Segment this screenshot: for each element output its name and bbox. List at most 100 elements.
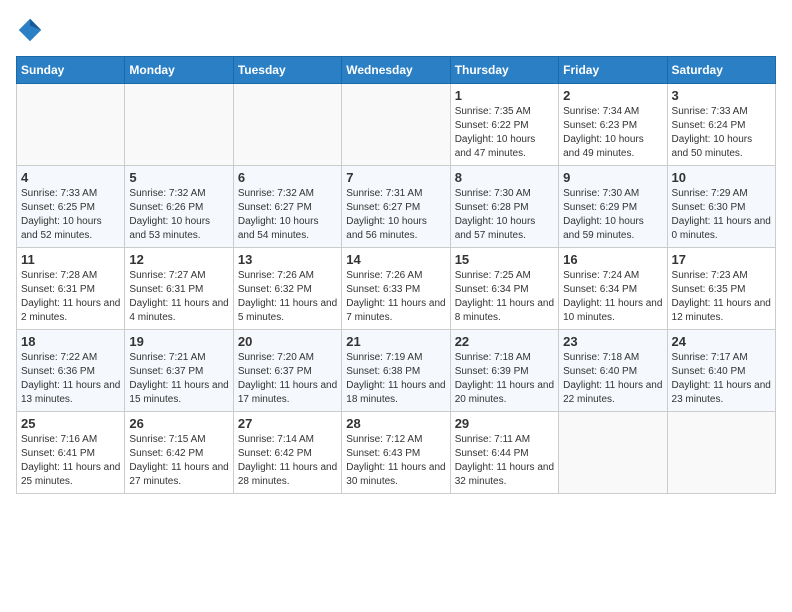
calendar-cell: 11Sunrise: 7:28 AM Sunset: 6:31 PM Dayli… xyxy=(17,248,125,330)
day-info: Sunrise: 7:33 AM Sunset: 6:24 PM Dayligh… xyxy=(672,105,771,161)
day-number: 1 xyxy=(455,88,554,103)
day-number: 27 xyxy=(238,416,337,431)
calendar-cell: 7 Sunrise: 7:31 AM Sunset: 6:27 PM Daylig… xyxy=(342,166,450,248)
day-number: 16 xyxy=(563,252,662,267)
day-info: Sunrise: 7:32 AM Sunset: 6:26 PM Dayligh… xyxy=(129,187,228,243)
day-number: 28 xyxy=(346,416,445,431)
calendar-cell xyxy=(125,84,233,166)
day-number: 29 xyxy=(455,416,554,431)
calendar-cell xyxy=(667,412,775,494)
calendar-cell xyxy=(559,412,667,494)
day-info: Sunrise: 7:20 AM Sunset: 6:37 PM Dayligh… xyxy=(238,351,337,407)
day-info: Sunrise: 7:26 AM Sunset: 6:33 PM Dayligh… xyxy=(346,269,445,325)
calendar-cell: 29Sunrise: 7:11 AM Sunset: 6:44 PM Dayli… xyxy=(450,412,558,494)
day-info: Sunrise: 7:30 AM Sunset: 6:28 PM Dayligh… xyxy=(455,187,554,243)
day-info: Sunrise: 7:12 AM Sunset: 6:43 PM Dayligh… xyxy=(346,433,445,489)
day-info: Sunrise: 7:27 AM Sunset: 6:31 PM Dayligh… xyxy=(129,269,228,325)
day-info: Sunrise: 7:15 AM Sunset: 6:42 PM Dayligh… xyxy=(129,433,228,489)
day-number: 3 xyxy=(672,88,771,103)
day-info: Sunrise: 7:24 AM Sunset: 6:34 PM Dayligh… xyxy=(563,269,662,325)
day-number: 4 xyxy=(21,170,120,185)
day-number: 10 xyxy=(672,170,771,185)
calendar-cell: 19 Sunrise: 7:21 AM Sunset: 6:37 PM Dayli… xyxy=(125,330,233,412)
week-row-4: 18 Sunrise: 7:22 AM Sunset: 6:36 PM Dayli… xyxy=(17,330,776,412)
day-info: Sunrise: 7:33 AM Sunset: 6:25 PM Dayligh… xyxy=(21,187,120,243)
day-info: Sunrise: 7:22 AM Sunset: 6:36 PM Dayligh… xyxy=(21,351,120,407)
calendar-cell: 4 Sunrise: 7:33 AM Sunset: 6:25 PM Daylig… xyxy=(17,166,125,248)
week-row-1: 1 Sunrise: 7:35 AM Sunset: 6:22 PM Daylig… xyxy=(17,84,776,166)
day-number: 24 xyxy=(672,334,771,349)
day-number: 15 xyxy=(455,252,554,267)
calendar-cell xyxy=(342,84,450,166)
calendar-cell: 26 Sunrise: 7:15 AM Sunset: 6:42 PM Dayli… xyxy=(125,412,233,494)
calendar-cell: 24 Sunrise: 7:17 AM Sunset: 6:40 PM Dayli… xyxy=(667,330,775,412)
header-monday: Monday xyxy=(125,57,233,84)
day-number: 21 xyxy=(346,334,445,349)
week-row-2: 4 Sunrise: 7:33 AM Sunset: 6:25 PM Daylig… xyxy=(17,166,776,248)
day-info: Sunrise: 7:29 AM Sunset: 6:30 PM Dayligh… xyxy=(672,187,771,243)
day-number: 2 xyxy=(563,88,662,103)
calendar-body: 1 Sunrise: 7:35 AM Sunset: 6:22 PM Daylig… xyxy=(17,84,776,494)
day-info: Sunrise: 7:32 AM Sunset: 6:27 PM Dayligh… xyxy=(238,187,337,243)
header-saturday: Saturday xyxy=(667,57,775,84)
day-number: 18 xyxy=(21,334,120,349)
calendar-cell: 16 Sunrise: 7:24 AM Sunset: 6:34 PM Dayli… xyxy=(559,248,667,330)
week-row-5: 25Sunrise: 7:16 AM Sunset: 6:41 PM Dayli… xyxy=(17,412,776,494)
calendar-cell: 9Sunrise: 7:30 AM Sunset: 6:29 PM Daylig… xyxy=(559,166,667,248)
day-number: 17 xyxy=(672,252,771,267)
day-number: 14 xyxy=(346,252,445,267)
day-number: 9 xyxy=(563,170,662,185)
header-row: SundayMondayTuesdayWednesdayThursdayFrid… xyxy=(17,57,776,84)
logo-icon xyxy=(16,16,44,44)
day-info: Sunrise: 7:17 AM Sunset: 6:40 PM Dayligh… xyxy=(672,351,771,407)
calendar-cell: 18 Sunrise: 7:22 AM Sunset: 6:36 PM Dayli… xyxy=(17,330,125,412)
day-number: 6 xyxy=(238,170,337,185)
calendar-cell: 12Sunrise: 7:27 AM Sunset: 6:31 PM Dayli… xyxy=(125,248,233,330)
day-info: Sunrise: 7:19 AM Sunset: 6:38 PM Dayligh… xyxy=(346,351,445,407)
header-sunday: Sunday xyxy=(17,57,125,84)
calendar-cell: 27 Sunrise: 7:14 AM Sunset: 6:42 PM Dayli… xyxy=(233,412,341,494)
day-number: 11 xyxy=(21,252,120,267)
calendar-cell: 1 Sunrise: 7:35 AM Sunset: 6:22 PM Daylig… xyxy=(450,84,558,166)
calendar-cell: 21 Sunrise: 7:19 AM Sunset: 6:38 PM Dayli… xyxy=(342,330,450,412)
calendar-cell: 20 Sunrise: 7:20 AM Sunset: 6:37 PM Dayli… xyxy=(233,330,341,412)
calendar-cell: 15 Sunrise: 7:25 AM Sunset: 6:34 PM Dayli… xyxy=(450,248,558,330)
day-number: 26 xyxy=(129,416,228,431)
day-number: 25 xyxy=(21,416,120,431)
day-info: Sunrise: 7:18 AM Sunset: 6:40 PM Dayligh… xyxy=(563,351,662,407)
calendar-cell: 28 Sunrise: 7:12 AM Sunset: 6:43 PM Dayli… xyxy=(342,412,450,494)
calendar-cell: 25Sunrise: 7:16 AM Sunset: 6:41 PM Dayli… xyxy=(17,412,125,494)
calendar-cell: 2 Sunrise: 7:34 AM Sunset: 6:23 PM Daylig… xyxy=(559,84,667,166)
logo xyxy=(16,16,48,44)
day-number: 22 xyxy=(455,334,554,349)
day-number: 7 xyxy=(346,170,445,185)
calendar-cell xyxy=(17,84,125,166)
calendar-cell: 8 Sunrise: 7:30 AM Sunset: 6:28 PM Daylig… xyxy=(450,166,558,248)
calendar-cell: 5 Sunrise: 7:32 AM Sunset: 6:26 PM Daylig… xyxy=(125,166,233,248)
header-thursday: Thursday xyxy=(450,57,558,84)
calendar-cell: 3 Sunrise: 7:33 AM Sunset: 6:24 PM Daylig… xyxy=(667,84,775,166)
calendar-table: SundayMondayTuesdayWednesdayThursdayFrid… xyxy=(16,56,776,494)
calendar-cell: 6 Sunrise: 7:32 AM Sunset: 6:27 PM Daylig… xyxy=(233,166,341,248)
day-info: Sunrise: 7:34 AM Sunset: 6:23 PM Dayligh… xyxy=(563,105,662,161)
day-number: 19 xyxy=(129,334,228,349)
calendar-cell: 17Sunrise: 7:23 AM Sunset: 6:35 PM Dayli… xyxy=(667,248,775,330)
calendar-cell: 14 Sunrise: 7:26 AM Sunset: 6:33 PM Dayli… xyxy=(342,248,450,330)
day-info: Sunrise: 7:14 AM Sunset: 6:42 PM Dayligh… xyxy=(238,433,337,489)
header-tuesday: Tuesday xyxy=(233,57,341,84)
day-info: Sunrise: 7:26 AM Sunset: 6:32 PM Dayligh… xyxy=(238,269,337,325)
day-number: 20 xyxy=(238,334,337,349)
page-header xyxy=(16,16,776,44)
day-number: 5 xyxy=(129,170,228,185)
day-info: Sunrise: 7:35 AM Sunset: 6:22 PM Dayligh… xyxy=(455,105,554,161)
header-friday: Friday xyxy=(559,57,667,84)
day-number: 13 xyxy=(238,252,337,267)
calendar-cell: 10 Sunrise: 7:29 AM Sunset: 6:30 PM Dayli… xyxy=(667,166,775,248)
header-wednesday: Wednesday xyxy=(342,57,450,84)
week-row-3: 11Sunrise: 7:28 AM Sunset: 6:31 PM Dayli… xyxy=(17,248,776,330)
day-number: 8 xyxy=(455,170,554,185)
day-info: Sunrise: 7:21 AM Sunset: 6:37 PM Dayligh… xyxy=(129,351,228,407)
day-info: Sunrise: 7:25 AM Sunset: 6:34 PM Dayligh… xyxy=(455,269,554,325)
day-info: Sunrise: 7:31 AM Sunset: 6:27 PM Dayligh… xyxy=(346,187,445,243)
day-number: 23 xyxy=(563,334,662,349)
